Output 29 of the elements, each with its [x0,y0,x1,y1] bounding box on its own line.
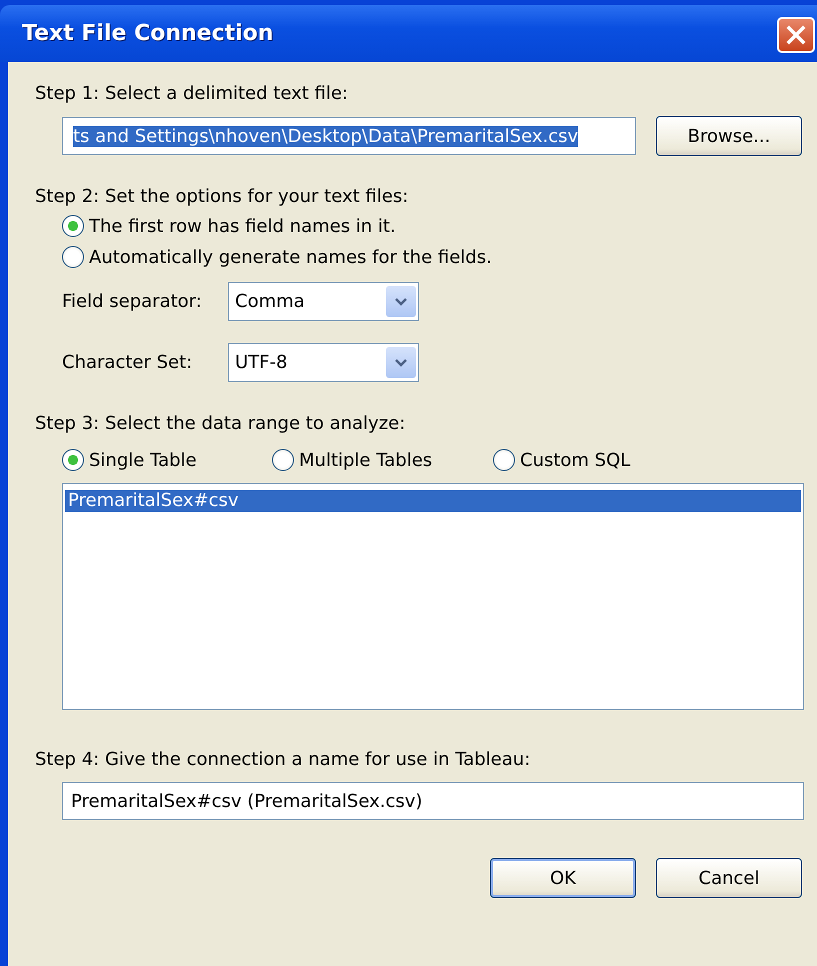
step-label: Step 1: Select a delimited text file: [35,82,348,106]
close-button[interactable] [777,17,815,53]
radio-button[interactable] [62,246,84,268]
step-label: Step 3: Select the data range to analyze: [35,412,406,436]
cancel-button[interactable]: Cancel [656,858,802,898]
dropdown[interactable]: UTF-8 [228,343,419,382]
dropdown[interactable]: Comma [228,282,419,321]
radio-label[interactable]: Custom SQL [520,450,630,470]
file-path-field[interactable]: ts and Settings\nhoven\Desktop\Data\PremaritalSex.csv [62,117,636,155]
radio-button[interactable] [62,449,84,471]
chevron-down-icon [394,296,408,306]
radio-button[interactable] [272,449,294,471]
connection-name-field[interactable]: PremaritalSex#csv (PremaritalSex.csv) [62,782,804,820]
step-label: Step 4: Give the connection a name for use in Tableau: [35,748,530,772]
dropdown-label: Character Set: [62,352,194,373]
window-title: Text File Connection [22,21,274,46]
radio-button[interactable] [62,215,84,237]
radio-label[interactable]: The first row has field names in it. [89,216,396,236]
radio-button[interactable] [493,449,515,471]
step-label: Step 2: Set the options for your text files: [35,185,408,209]
radio-label[interactable]: Multiple Tables [299,450,432,470]
close-icon [785,24,807,46]
browse-button[interactable]: Browse... [656,116,802,156]
ok-button[interactable]: OK [490,858,636,898]
list-item[interactable]: PremaritalSex#csv [65,490,801,512]
radio-label[interactable]: Automatically generate names for the fields. [89,246,492,268]
chevron-down-icon [394,358,408,368]
dropdown-label: Field separator: [62,291,203,312]
radio-label[interactable]: Single Table [89,450,197,470]
